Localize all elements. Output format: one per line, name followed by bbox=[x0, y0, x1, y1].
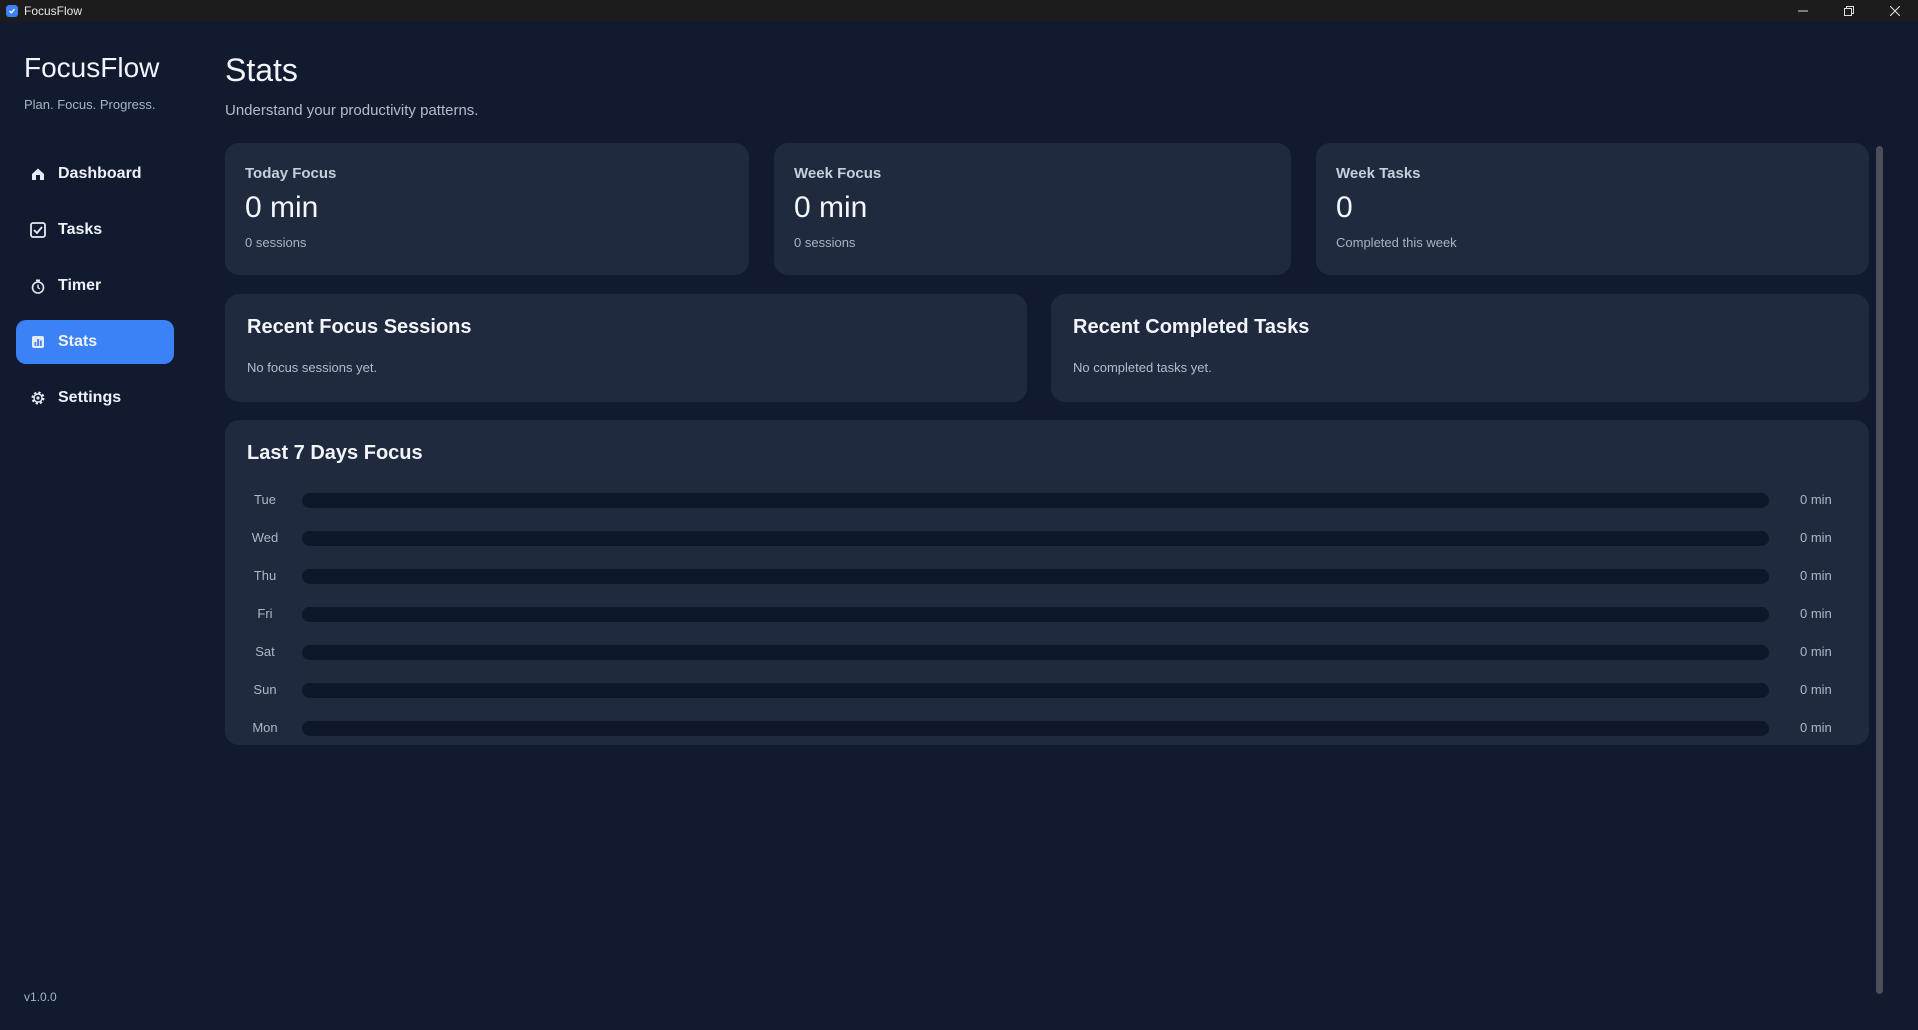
vertical-scrollbar[interactable] bbox=[1876, 146, 1883, 994]
stat-value: 0 min bbox=[794, 191, 868, 224]
stat-subtext: Completed this week bbox=[1336, 235, 1457, 250]
section-title: Recent Focus Sessions bbox=[247, 316, 472, 338]
window-titlebar: FocusFlow bbox=[0, 0, 1918, 22]
day-label: Tue bbox=[254, 492, 276, 507]
day-minutes: 0 min bbox=[1800, 492, 1832, 507]
sidebar-item-dashboard[interactable]: Dashboard bbox=[16, 152, 174, 196]
day-label: Thu bbox=[253, 568, 277, 583]
day-bar-row: Wed 0 min bbox=[225, 528, 1868, 548]
app-logo-icon bbox=[6, 5, 18, 17]
window-title: FocusFlow bbox=[24, 4, 83, 18]
app-brand: FocusFlow bbox=[24, 52, 160, 83]
day-bar-row: Sat 0 min bbox=[225, 642, 1868, 662]
day-bar-row: Thu 0 min bbox=[225, 566, 1868, 586]
sidebar-item-stats[interactable]: Stats bbox=[16, 320, 174, 364]
sidebar-item-label: Tasks bbox=[58, 221, 103, 238]
progress-track bbox=[302, 683, 1769, 698]
home-icon bbox=[30, 166, 46, 182]
sidebar-nav: Dashboard Tasks Timer Stats Settings bbox=[16, 152, 174, 432]
progress-track bbox=[302, 531, 1769, 546]
stat-subtext: 0 sessions bbox=[794, 235, 856, 250]
sidebar-item-label: Dashboard bbox=[58, 165, 142, 182]
empty-state-text: No focus sessions yet. bbox=[247, 360, 378, 375]
close-button[interactable] bbox=[1872, 0, 1918, 22]
progress-track bbox=[302, 569, 1769, 584]
section-title: Recent Completed Tasks bbox=[1073, 316, 1310, 338]
stat-card-week-tasks: Week Tasks 0 Completed this week bbox=[1316, 143, 1869, 275]
close-icon bbox=[1890, 6, 1900, 16]
stat-card-week-focus: Week Focus 0 min 0 sessions bbox=[774, 143, 1291, 275]
empty-state-text: No completed tasks yet. bbox=[1073, 360, 1212, 375]
stat-label: Week Tasks bbox=[1336, 165, 1421, 182]
day-label: Fri bbox=[257, 606, 273, 621]
page-subtitle: Understand your productivity patterns. bbox=[225, 102, 479, 119]
chart-icon bbox=[30, 334, 46, 350]
section-title: Last 7 Days Focus bbox=[247, 442, 423, 464]
app-version: v1.0.0 bbox=[24, 990, 57, 1004]
restore-icon bbox=[1844, 6, 1854, 16]
day-label: Wed bbox=[251, 530, 279, 545]
day-bar-row: Mon 0 min bbox=[225, 718, 1868, 738]
day-minutes: 0 min bbox=[1800, 720, 1832, 735]
minimize-icon bbox=[1798, 10, 1808, 12]
stat-label: Week Focus bbox=[794, 165, 882, 182]
sidebar-item-timer[interactable]: Timer bbox=[16, 264, 174, 308]
recent-focus-sessions-card: Recent Focus Sessions No focus sessions … bbox=[225, 294, 1027, 402]
progress-track bbox=[302, 645, 1769, 660]
sidebar: FocusFlow Plan. Focus. Progress. Dashboa… bbox=[0, 22, 200, 1030]
stat-subtext: 0 sessions bbox=[245, 235, 307, 250]
sidebar-item-label: Stats bbox=[58, 333, 98, 350]
day-minutes: 0 min bbox=[1800, 606, 1832, 621]
day-label: Sun bbox=[253, 682, 277, 697]
stopwatch-icon bbox=[30, 278, 46, 294]
progress-track bbox=[302, 721, 1769, 736]
day-bar-row: Fri 0 min bbox=[225, 604, 1868, 624]
stat-value: 0 bbox=[1336, 191, 1353, 224]
minimize-button[interactable] bbox=[1780, 0, 1826, 22]
checkbox-icon bbox=[30, 222, 46, 238]
day-minutes: 0 min bbox=[1800, 568, 1832, 583]
day-bar-row: Tue 0 min bbox=[225, 490, 1868, 510]
progress-track bbox=[302, 607, 1769, 622]
last-7-days-card: Last 7 Days Focus Tue 0 min Wed 0 min Thu 0 m… bbox=[225, 420, 1869, 745]
sidebar-item-tasks[interactable]: Tasks bbox=[16, 208, 174, 252]
stat-value: 0 min bbox=[245, 191, 319, 224]
day-minutes: 0 min bbox=[1800, 682, 1832, 697]
recent-completed-tasks-card: Recent Completed Tasks No completed task… bbox=[1051, 294, 1869, 402]
day-label: Sat bbox=[255, 644, 275, 659]
sidebar-item-label: Settings bbox=[58, 389, 122, 406]
day-bar-row: Sun 0 min bbox=[225, 680, 1868, 700]
maximize-button[interactable] bbox=[1826, 0, 1872, 22]
stat-card-today-focus: Today Focus 0 min 0 sessions bbox=[225, 143, 749, 275]
gear-icon bbox=[30, 390, 46, 406]
day-label: Mon bbox=[252, 720, 278, 735]
page-title: Stats bbox=[225, 52, 298, 88]
stat-label: Today Focus bbox=[245, 165, 337, 182]
day-minutes: 0 min bbox=[1800, 530, 1832, 545]
sidebar-item-settings[interactable]: Settings bbox=[16, 376, 174, 420]
day-minutes: 0 min bbox=[1800, 644, 1832, 659]
progress-track bbox=[302, 493, 1769, 508]
app-tagline: Plan. Focus. Progress. bbox=[24, 97, 156, 112]
sidebar-item-label: Timer bbox=[58, 277, 102, 294]
